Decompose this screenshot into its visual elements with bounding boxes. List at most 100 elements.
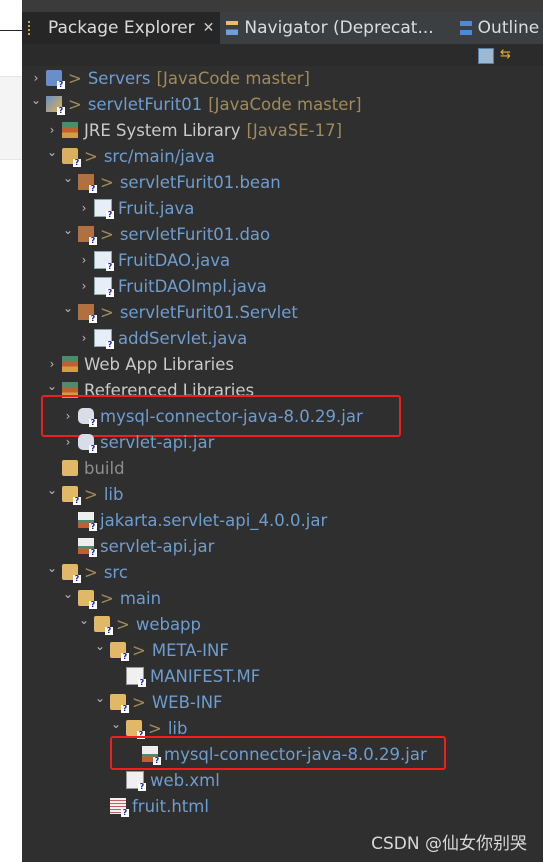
java-file-icon: ? bbox=[94, 329, 114, 349]
tree-item[interactable]: ? servlet-api.jar bbox=[62, 533, 214, 559]
untracked-overlay-icon: ? bbox=[106, 340, 114, 349]
tree-item-label: servletFurit01 bbox=[87, 94, 203, 114]
tab-label: Package Explorer bbox=[48, 18, 195, 38]
chevron-right-icon[interactable]: › bbox=[46, 123, 58, 137]
git-dirty-decorator: > bbox=[132, 692, 146, 712]
tree-item[interactable]: › JRE System Library [JavaSE-17] bbox=[46, 117, 342, 143]
untracked-overlay-icon: ? bbox=[106, 262, 114, 271]
navigator-icon bbox=[226, 21, 239, 35]
tree-item-label: webapp bbox=[135, 614, 202, 634]
untracked-overlay-icon: ? bbox=[89, 236, 97, 245]
jar-file-icon: ? bbox=[78, 538, 97, 557]
close-icon[interactable]: ✕ bbox=[203, 20, 215, 36]
package-explorer-icon bbox=[28, 21, 42, 35]
tree-item[interactable]: ›? FruitDAO.java bbox=[78, 247, 230, 273]
tab-outline[interactable]: Outline bbox=[454, 12, 543, 44]
chevron-down-icon[interactable]: ⌄ bbox=[78, 613, 90, 627]
server-folder-icon: ? bbox=[46, 70, 65, 89]
chevron-down-icon[interactable]: ⌄ bbox=[46, 145, 58, 159]
tree-item[interactable]: ⌄? > servletFurit01.dao bbox=[62, 221, 270, 247]
tree-item[interactable]: ⌄? > src bbox=[46, 559, 128, 585]
tree-item-label: lib bbox=[167, 718, 188, 738]
git-dirty-decorator: > bbox=[100, 224, 114, 244]
tree-item[interactable]: ⌄? > lib bbox=[46, 481, 123, 507]
folder-icon: ? bbox=[126, 720, 145, 739]
link-with-editor-icon[interactable]: ⇆ bbox=[500, 48, 514, 62]
view-tab-bar: Package Explorer ✕ Navigator (Deprecat..… bbox=[22, 12, 543, 44]
java-file-icon: ? bbox=[94, 199, 114, 219]
library-icon bbox=[62, 122, 78, 138]
chevron-down-icon[interactable]: ⌄ bbox=[30, 93, 42, 107]
chevron-right-icon[interactable]: › bbox=[78, 331, 90, 345]
chevron-right-icon[interactable]: › bbox=[78, 201, 90, 215]
folder-icon bbox=[62, 460, 78, 476]
tree-item-label: servlet-api.jar bbox=[100, 432, 215, 452]
tree-item[interactable]: ›? Fruit.java bbox=[78, 195, 194, 221]
tab-label: Outline bbox=[477, 18, 540, 38]
tree-item[interactable]: ⌄? > servletFurit01 [JavaCode master] bbox=[30, 91, 362, 117]
chevron-down-icon[interactable]: ⌄ bbox=[62, 587, 74, 601]
chevron-down-icon[interactable]: ⌄ bbox=[62, 171, 74, 185]
tree-item[interactable]: ›? servlet-api.jar bbox=[62, 429, 214, 455]
chevron-down-icon[interactable]: ⌄ bbox=[62, 301, 74, 315]
chevron-down-icon[interactable]: ⌄ bbox=[46, 483, 58, 497]
chevron-down-icon[interactable]: ⌄ bbox=[46, 561, 58, 575]
untracked-overlay-icon: ? bbox=[106, 288, 114, 297]
chevron-down-icon[interactable]: ⌄ bbox=[110, 717, 122, 731]
tree-item[interactable]: ⌄? > main bbox=[62, 585, 161, 611]
untracked-overlay-icon: ? bbox=[89, 314, 97, 323]
chevron-down-icon[interactable]: ⌄ bbox=[94, 639, 106, 653]
git-dirty-decorator: > bbox=[100, 172, 114, 192]
tree-item[interactable]: ? jakarta.servlet-api_4.0.0.jar bbox=[62, 507, 327, 533]
untracked-overlay-icon: ? bbox=[89, 600, 97, 609]
git-dirty-decorator: > bbox=[84, 562, 98, 582]
untracked-overlay-icon: ? bbox=[73, 574, 81, 583]
tree-item[interactable]: ›? FruitDAOImpl.java bbox=[78, 273, 267, 299]
jar-icon: ? bbox=[78, 434, 97, 453]
tree-item[interactable]: › Web App Libraries bbox=[46, 351, 234, 377]
tree-item[interactable]: ⌄? > webapp bbox=[78, 611, 201, 637]
tree-item-suffix: [JavaCode master] bbox=[156, 68, 310, 88]
tree-item-label: servletFurit01.Servlet bbox=[119, 302, 298, 322]
untracked-overlay-icon: ? bbox=[73, 158, 81, 167]
tree-item[interactable]: ? web.xml bbox=[110, 767, 220, 793]
tree-item[interactable]: ? fruit.html bbox=[94, 793, 209, 819]
tree-item-label: JRE System Library bbox=[84, 120, 241, 140]
chevron-right-icon[interactable]: › bbox=[78, 253, 90, 267]
chevron-right-icon[interactable]: › bbox=[30, 71, 42, 85]
tree-item[interactable]: ? MANIFEST.MF bbox=[110, 663, 260, 689]
tree-item[interactable]: build bbox=[46, 455, 125, 481]
package-icon: ? bbox=[78, 174, 97, 193]
tree-item[interactable]: ⌄? > WEB-INF bbox=[94, 689, 223, 715]
tab-navigator[interactable]: Navigator (Deprecat... bbox=[220, 12, 439, 44]
git-dirty-decorator: > bbox=[84, 146, 98, 166]
tree-item[interactable]: ›? addServlet.java bbox=[78, 325, 247, 351]
untracked-overlay-icon: ? bbox=[89, 184, 97, 193]
tree-item[interactable]: ⌄? > servletFurit01.Servlet bbox=[62, 299, 298, 325]
tree-item-label: META-INF bbox=[151, 640, 229, 660]
tree-item[interactable]: ›? > Servers [JavaCode master] bbox=[30, 65, 310, 91]
chevron-right-icon[interactable]: › bbox=[78, 279, 90, 293]
tree-item-suffix: [JavaSE-17] bbox=[246, 120, 343, 140]
git-dirty-decorator: > bbox=[84, 484, 98, 504]
file-icon: ? bbox=[126, 667, 146, 687]
source-folder-icon: ? bbox=[62, 148, 81, 167]
view-toolbar: ⇆ bbox=[22, 44, 543, 66]
chevron-down-icon[interactable]: ⌄ bbox=[94, 691, 106, 705]
untracked-overlay-icon: ? bbox=[73, 496, 81, 505]
tree-item-label: web.xml bbox=[150, 770, 220, 790]
chevron-right-icon[interactable]: › bbox=[62, 435, 74, 449]
untracked-overlay-icon: ? bbox=[89, 444, 97, 453]
tab-package-explorer[interactable]: Package Explorer ✕ bbox=[22, 12, 221, 44]
collapse-all-icon[interactable] bbox=[478, 48, 494, 64]
tree-item-label: Fruit.java bbox=[118, 198, 195, 218]
tree-item[interactable]: ⌄? > META-INF bbox=[94, 637, 229, 663]
java-file-icon: ? bbox=[94, 251, 114, 271]
folder-icon: ? bbox=[110, 642, 129, 661]
library-icon bbox=[62, 356, 78, 372]
chevron-down-icon[interactable]: ⌄ bbox=[62, 223, 74, 237]
chevron-right-icon[interactable]: › bbox=[46, 357, 58, 371]
chevron-down-icon[interactable]: ⌄ bbox=[46, 379, 58, 393]
tree-item[interactable]: ⌄? > servletFurit01.bean bbox=[62, 169, 281, 195]
tree-item[interactable]: ⌄? > src/main/java bbox=[46, 143, 215, 169]
